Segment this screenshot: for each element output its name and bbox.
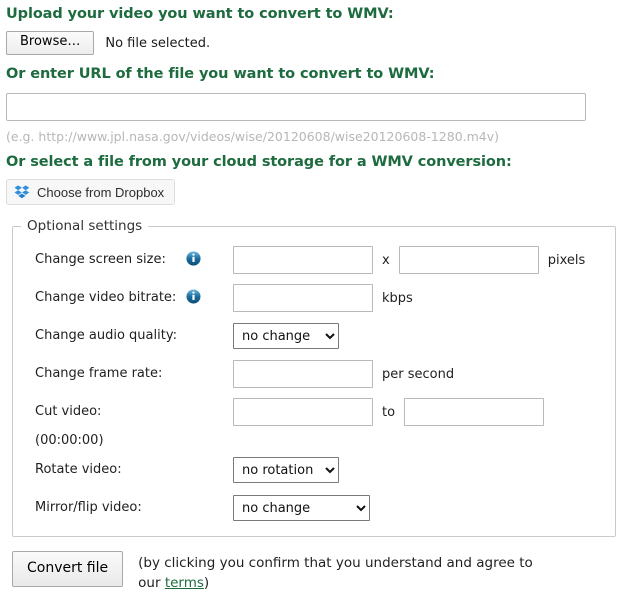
video-bitrate-unit: kbps (382, 290, 413, 306)
screen-size-separator: x (382, 252, 390, 268)
screen-width-input[interactable] (233, 246, 373, 275)
row-change-video-bitrate: Change video bitrate: kbps (13, 284, 615, 313)
cut-video-to-input[interactable] (404, 398, 545, 427)
cut-video-separator: to (382, 404, 396, 420)
settings-list: Change screen size: x pixels Change vide… (13, 246, 615, 522)
label-mirror-flip-video: Mirror/flip video: (35, 500, 142, 516)
browse-button[interactable]: Browse… (6, 31, 95, 56)
url-input[interactable] (6, 92, 586, 121)
info-icon-screen-size-wrap[interactable] (186, 251, 233, 270)
dropbox-button-label: Choose from Dropbox (37, 184, 165, 200)
screen-size-unit: pixels (547, 252, 586, 268)
row-change-audio-quality: Change audio quality: no change (13, 322, 615, 350)
info-icon[interactable] (186, 251, 201, 270)
file-upload-row: Browse… No file selected. (6, 31, 622, 56)
label-rotate-video: Rotate video: (35, 462, 122, 478)
info-icon[interactable] (186, 289, 201, 308)
terms-link[interactable]: terms (165, 575, 204, 591)
frame-rate-input[interactable] (233, 360, 373, 389)
cut-video-from-input[interactable] (233, 398, 373, 427)
optional-settings-legend: Optional settings (27, 218, 143, 235)
label-cut-video: Cut video: (35, 404, 102, 420)
frame-rate-unit: per second (382, 366, 455, 382)
optional-settings-fieldset: Optional settings Change screen size: x … (12, 218, 616, 538)
row-change-frame-rate: Change frame rate: per second (13, 360, 615, 389)
converter-form: Upload your video you want to convert to… (0, 0, 628, 593)
screen-height-input[interactable] (398, 246, 539, 275)
terms-confirmation-text: (by clicking you confirm that you unders… (138, 554, 558, 593)
confirm-suffix: ) (203, 574, 210, 591)
audio-quality-select[interactable]: no change (233, 323, 339, 350)
rotate-video-select[interactable]: no rotation (233, 457, 339, 484)
cloud-heading: Or select a file from your cloud storage… (6, 153, 512, 170)
url-heading: Or enter URL of the file you want to con… (6, 66, 435, 83)
row-mirror-flip-video: Mirror/flip video: no change (13, 494, 615, 522)
mirror-flip-select[interactable]: no change (233, 495, 370, 522)
selected-file-label: No file selected. (105, 35, 211, 51)
row-rotate-video: Rotate video: no rotation (13, 456, 615, 484)
row-change-screen-size: Change screen size: x pixels (13, 246, 615, 275)
cut-video-time-format-note: (00:00:00) (35, 433, 104, 449)
url-example-hint: (e.g. http://www.jpl.nasa.gov/videos/wis… (6, 128, 500, 144)
label-change-video-bitrate: Change video bitrate: (35, 290, 177, 306)
dropbox-icon (14, 184, 30, 200)
choose-from-dropbox-button[interactable]: Choose from Dropbox (6, 179, 176, 206)
label-change-frame-rate: Change frame rate: (35, 366, 163, 382)
label-change-audio-quality: Change audio quality: (35, 328, 177, 344)
label-change-screen-size: Change screen size: (35, 252, 166, 268)
row-cut-video: Cut video: to (13, 398, 615, 427)
info-icon-bitrate-wrap[interactable] (186, 289, 233, 308)
convert-file-button[interactable]: Convert file (12, 551, 124, 587)
video-bitrate-input[interactable] (233, 284, 373, 313)
upload-heading: Upload your video you want to convert to… (6, 6, 394, 22)
convert-row: Convert file (by clicking you confirm th… (12, 551, 622, 593)
